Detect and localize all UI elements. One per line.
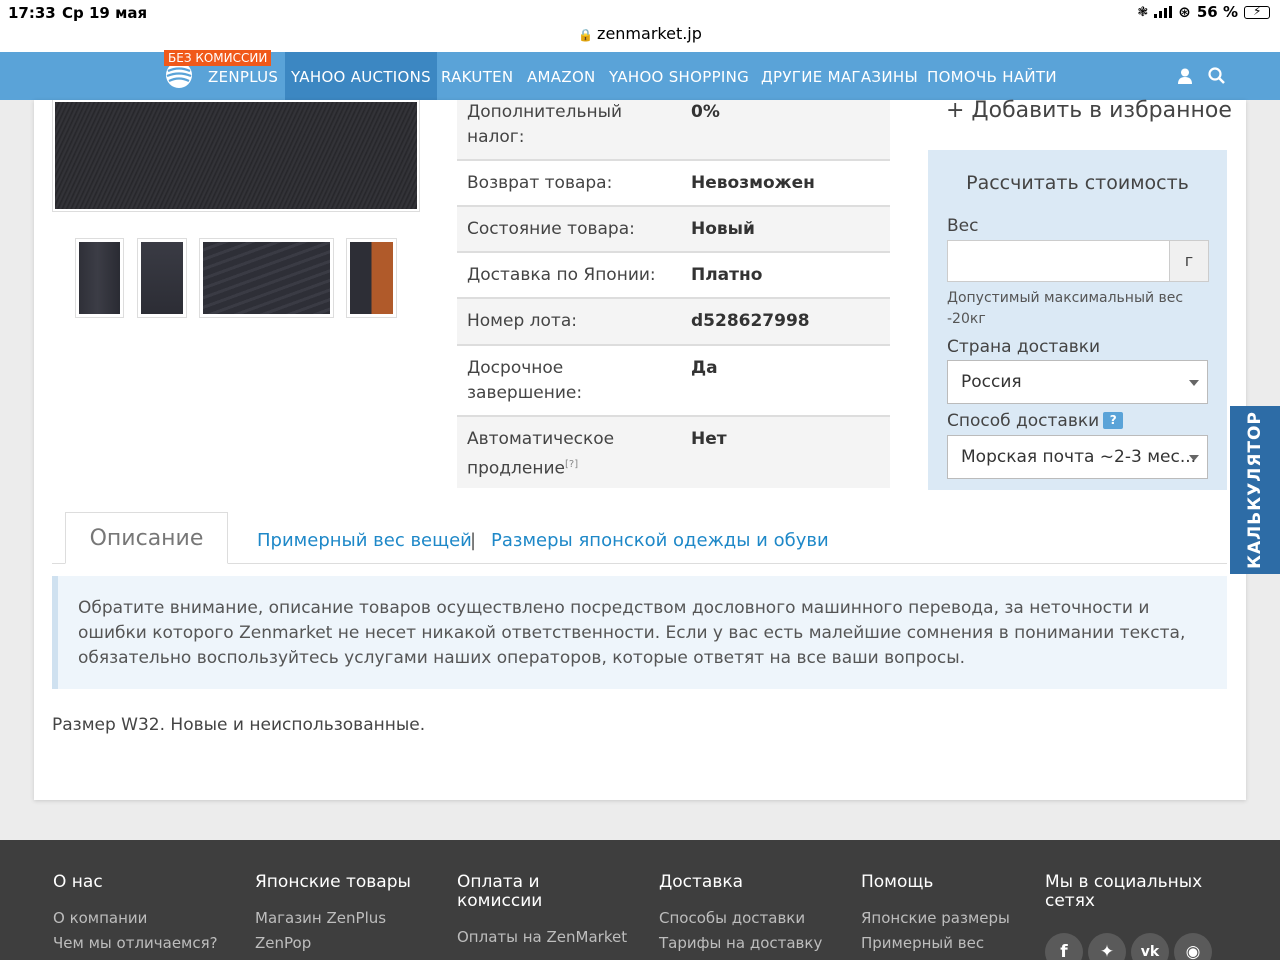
calculator-title: Рассчитать стоимость — [966, 172, 1189, 194]
twitter-icon[interactable]: ✦ — [1088, 933, 1126, 960]
product-description: Размер W32. Новые и неиспользованные. — [52, 715, 426, 735]
product-main-image[interactable] — [52, 100, 420, 212]
country-label: Страна доставки — [947, 337, 1101, 357]
detail-label: налог: — [467, 127, 525, 147]
status-time: 17:33 — [8, 4, 56, 22]
detail-row-lot-number: Номер лота: d528627998 — [457, 299, 890, 346]
country-selected-value: Россия — [961, 372, 1022, 392]
tab-separator: | — [470, 530, 477, 551]
main-nav: БЕЗ КОМИССИИ ZENPLUS YAHOO AUCTIONS RAKU… — [0, 50, 1280, 106]
footer-heading: Японские товары — [255, 872, 411, 892]
chevron-down-icon — [1189, 455, 1199, 461]
footer: О нас О компании Чем мы отличаемся? Япон… — [0, 840, 1280, 960]
detail-value: Нет — [691, 429, 727, 449]
battery-percent: 56 % — [1196, 3, 1238, 21]
detail-label: Доставка по Японии: — [467, 265, 656, 285]
footer-link[interactable]: Чем мы отличаемся? — [53, 934, 218, 952]
search-icon[interactable] — [1207, 66, 1227, 86]
detail-row-auto-extend: Автоматическое продление[?] Нет — [457, 417, 890, 488]
facebook-icon[interactable]: f — [1045, 933, 1083, 960]
wifi-icon: ⊛ — [1178, 3, 1191, 21]
auto-extend-help-link[interactable]: [?] — [565, 459, 578, 470]
nav-help-find[interactable]: ПОМОЧЬ НАЙТИ — [927, 52, 1057, 100]
detail-value: Да — [691, 358, 718, 378]
tabs-divider — [52, 563, 1227, 564]
footer-link[interactable]: О компании — [53, 909, 147, 927]
url-text: zenmarket.jp — [597, 24, 702, 43]
vk-icon[interactable]: vk — [1131, 933, 1169, 960]
nav-yahoo-shopping[interactable]: YAHOO SHOPPING — [609, 52, 749, 100]
footer-link[interactable]: Способы доставки — [659, 909, 805, 927]
chevron-down-icon — [1189, 380, 1199, 386]
footer-link[interactable]: Японские размеры — [861, 909, 1010, 927]
detail-row-domestic-shipping: Доставка по Японии: Платно — [457, 253, 890, 299]
country-select[interactable]: Россия — [947, 360, 1208, 404]
calculator-side-tab-label: КАЛЬКУЛЯТОР — [1245, 411, 1265, 569]
detail-value: Платно — [691, 265, 763, 285]
detail-value: 0% — [691, 102, 720, 122]
detail-label: продление[?] — [467, 458, 579, 479]
nav-rakuten[interactable]: RAKUTEN — [441, 52, 513, 100]
weight-input[interactable] — [947, 240, 1170, 282]
footer-link[interactable]: Магазин ZenPlus — [255, 909, 386, 927]
instagram-icon[interactable]: ◉ — [1174, 933, 1212, 960]
detail-row-early-end: Досрочное завершение: Да — [457, 346, 890, 417]
status-date: Ср 19 мая — [62, 4, 148, 22]
detail-value: d528627998 — [691, 311, 810, 331]
translation-notice: Обратите внимание, описание товаров осущ… — [52, 576, 1227, 689]
tab-description[interactable]: Описание — [65, 512, 228, 564]
status-indicators: ❃ ⊛ 56 % ⚡ — [1137, 3, 1270, 21]
footer-heading: Доставка — [659, 872, 744, 892]
detail-row-condition: Состояние товара: Новый — [457, 207, 890, 253]
user-icon[interactable] — [1175, 66, 1195, 86]
detail-value: Невозможен — [691, 173, 815, 193]
detail-label: завершение: — [467, 383, 583, 403]
detail-row-return: Возврат товара: Невозможен — [457, 161, 890, 207]
shipping-method-label: Способ доставки? — [947, 411, 1124, 431]
product-thumbnail[interactable] — [137, 238, 187, 318]
weight-label: Вес — [947, 216, 979, 236]
tab-japanese-sizes[interactable]: Размеры японской одежды и обуви — [491, 530, 829, 551]
detail-row-tax: Дополнительный налог: 0% — [457, 100, 890, 161]
detail-label: Дополнительный — [467, 102, 623, 122]
detail-label: Состояние товара: — [467, 219, 635, 239]
shipping-method-select[interactable]: Морская почта ~2-3 мес... — [947, 435, 1208, 479]
lock-icon: 🔒 — [578, 28, 594, 42]
help-icon[interactable]: ? — [1103, 412, 1124, 429]
detail-label: Возврат товара: — [467, 173, 613, 193]
footer-heading: Помощь — [861, 872, 934, 892]
status-bar: 17:33 Ср 19 мая 🔒 zenmarket.jp ❃ ⊛ 56 % ⚡ — [0, 0, 1280, 52]
footer-link[interactable]: ZenPop — [255, 934, 311, 952]
product-thumbnail[interactable] — [199, 238, 334, 318]
footer-heading: О нас — [53, 872, 103, 892]
footer-link[interactable]: Тарифы на доставку — [659, 934, 822, 952]
activity-icon: ❃ — [1137, 4, 1149, 20]
footer-heading: Мы в социальных сетях — [1045, 872, 1203, 911]
footer-link[interactable]: Примерный вес — [861, 934, 984, 952]
weight-note: Допустимый максимальный вес -20кг — [947, 290, 1184, 327]
address-bar[interactable]: 🔒 zenmarket.jp — [0, 24, 1280, 43]
tab-approx-weight[interactable]: Примерный вес вещей — [257, 530, 472, 551]
signal-icon — [1154, 6, 1173, 18]
calculator-side-tab[interactable]: КАЛЬКУЛЯТОР — [1230, 406, 1280, 574]
nav-other-stores[interactable]: ДРУГИЕ МАГАЗИНЫ — [761, 52, 918, 100]
detail-label: Досрочное — [467, 358, 564, 378]
product-thumbnail[interactable] — [75, 238, 124, 318]
detail-label: Автоматическое — [467, 429, 615, 449]
add-to-favorites-link[interactable]: + Добавить в избранное — [946, 98, 1232, 123]
nav-amazon[interactable]: AMAZON — [527, 52, 596, 100]
footer-heading: Оплата и комиссии — [457, 872, 543, 911]
nav-yahoo-auctions[interactable]: YAHOO AUCTIONS — [285, 52, 437, 106]
detail-value: Новый — [691, 219, 755, 239]
battery-icon: ⚡ — [1244, 4, 1270, 19]
product-thumbnail[interactable] — [346, 238, 397, 318]
cost-calculator: Рассчитать стоимость Вес г Допустимый ма… — [928, 150, 1227, 490]
detail-label: Номер лота: — [467, 311, 577, 331]
nav-zenplus[interactable]: ZENPLUS — [208, 52, 278, 100]
shipping-method-selected-value: Морская почта ~2-3 мес... — [961, 447, 1197, 467]
weight-unit: г — [1169, 240, 1209, 282]
footer-link[interactable]: Оплаты на ZenMarket — [457, 928, 627, 946]
